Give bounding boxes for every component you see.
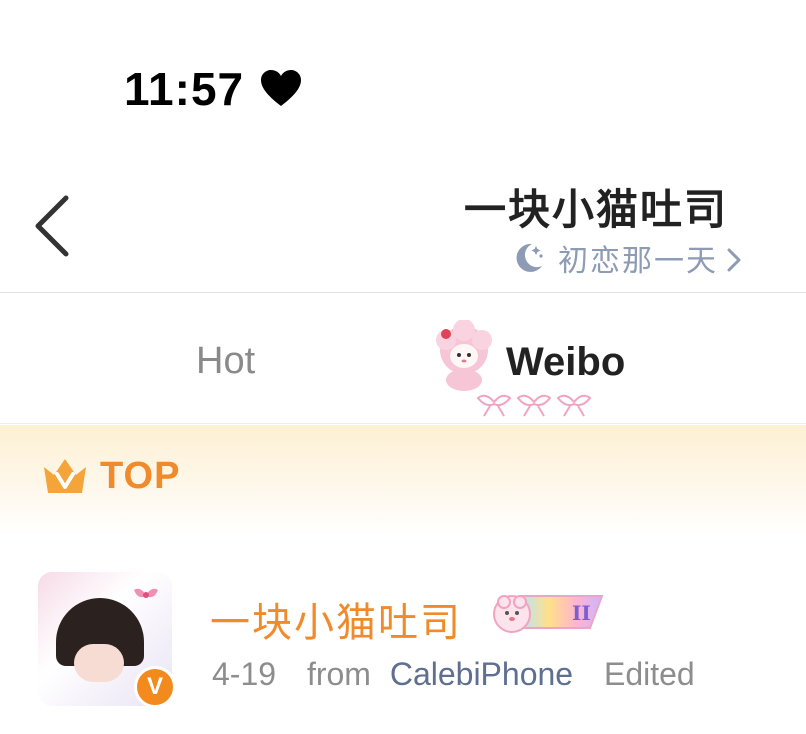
nav-header: 一块小猫吐司 初恋那一天 <box>0 150 806 293</box>
post-source-link[interactable]: CalebiPhone <box>390 656 573 692</box>
post-header: V 一块小猫吐司 II 4-19 from CalebiPhone Edited <box>0 560 806 710</box>
moon-stars-icon <box>516 243 543 272</box>
profile-name: 一块小猫吐司 <box>463 185 728 234</box>
post-date: 4-19 <box>212 656 277 692</box>
tab-weibo[interactable]: Weibo <box>506 340 625 385</box>
ribbon-bows-icon <box>476 394 592 417</box>
status-bar: 11:57 <box>0 0 806 150</box>
svg-text:II: II <box>572 601 591 625</box>
tab-hot[interactable]: Hot <box>196 340 255 383</box>
edited-label[interactable]: Edited <box>604 656 695 692</box>
poster-name[interactable]: 一块小猫吐司 <box>210 590 462 648</box>
chevron-right-icon[interactable] <box>724 246 744 274</box>
tab-bar: Hot Weibo <box>0 294 806 424</box>
fan-level-badge-icon[interactable]: II <box>490 590 606 634</box>
post-meta: 4-19 from CalebiPhone Edited <box>212 656 695 693</box>
heart-icon <box>261 70 301 106</box>
crown-icon <box>44 459 86 493</box>
back-button[interactable] <box>28 194 76 258</box>
bow-icon <box>134 588 158 598</box>
user-status[interactable]: 初恋那一天 <box>510 236 718 280</box>
from-label: from <box>306 656 371 692</box>
sheep-mascot-icon <box>436 320 492 391</box>
verified-v-icon: V <box>134 666 176 708</box>
pinned-label: TOP <box>100 455 181 497</box>
status-text: 初恋那一天 <box>558 244 718 279</box>
pinned-banner: TOP <box>0 425 806 535</box>
status-time: 11:57 <box>124 63 245 115</box>
